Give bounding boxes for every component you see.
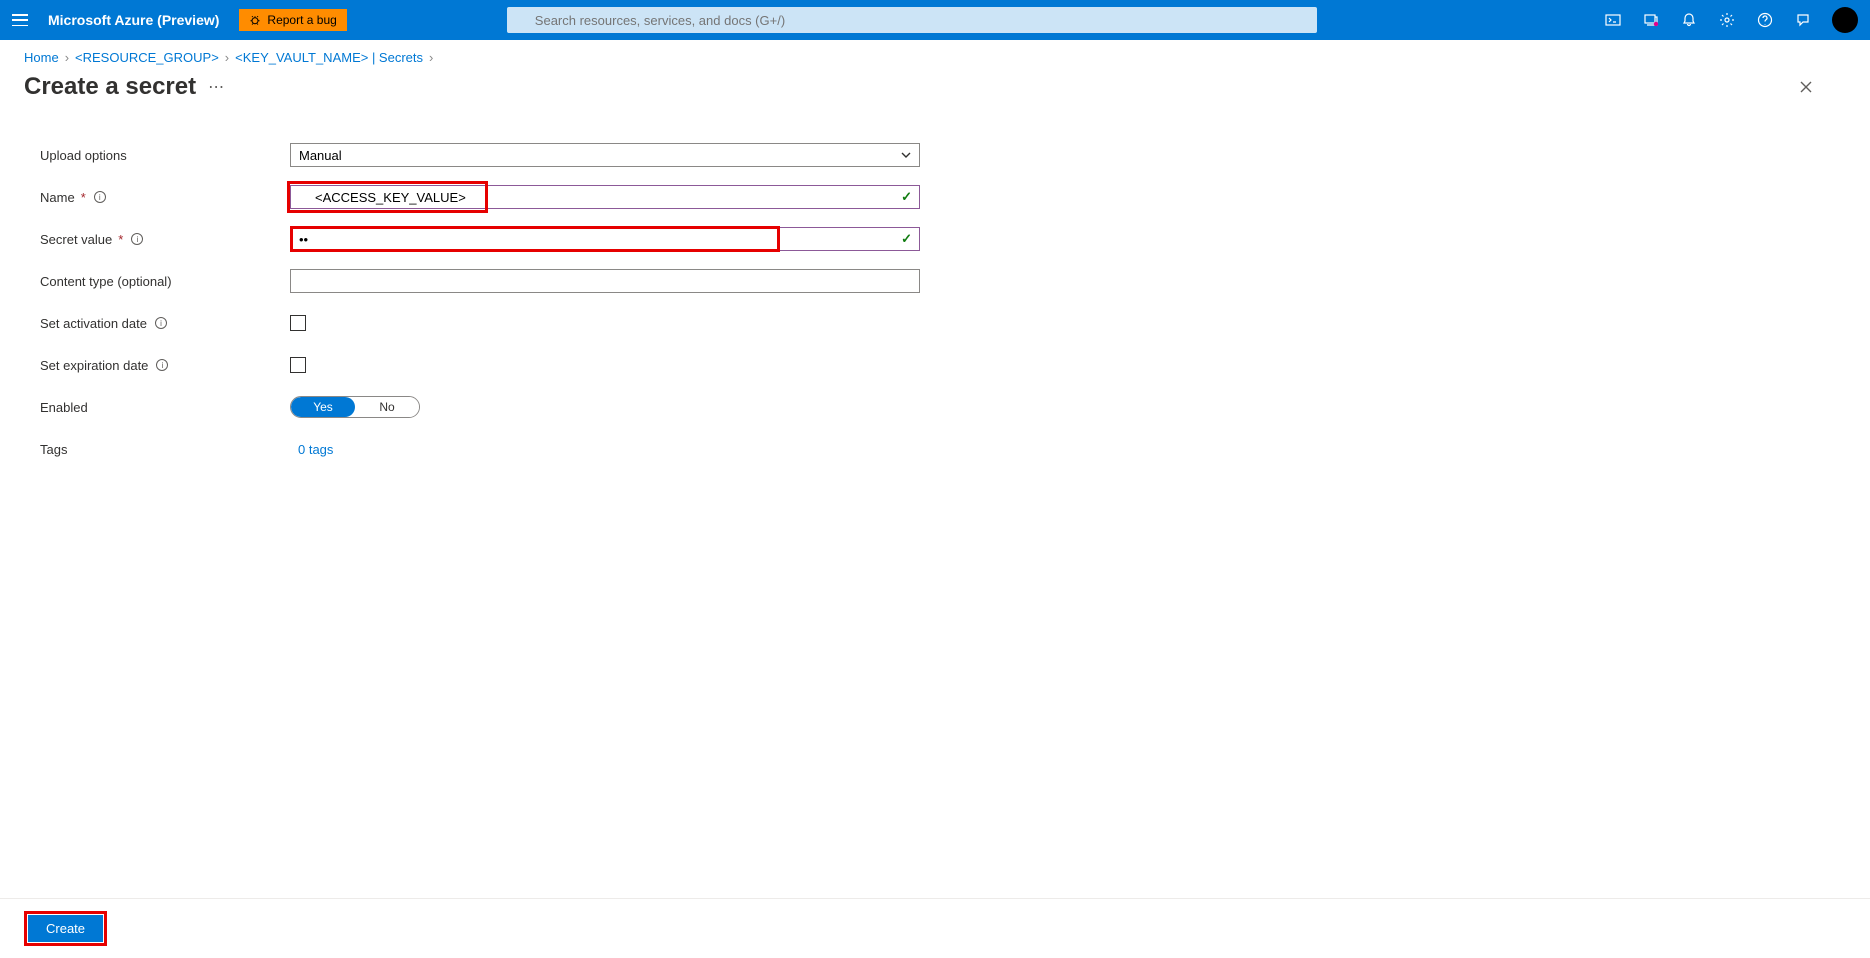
directories-icon[interactable] xyxy=(1632,0,1670,40)
upload-options-row: Upload options xyxy=(40,139,920,171)
notifications-icon[interactable] xyxy=(1670,0,1708,40)
feedback-icon[interactable] xyxy=(1784,0,1822,40)
report-bug-label: Report a bug xyxy=(267,13,336,27)
name-row: Name* i ✓ xyxy=(40,181,920,213)
hamburger-menu[interactable] xyxy=(0,0,40,40)
required-indicator: * xyxy=(118,232,123,247)
secret-value-label: Secret value* i xyxy=(40,232,290,247)
top-header: Microsoft Azure (Preview) Report a bug xyxy=(0,0,1870,40)
info-icon[interactable]: i xyxy=(155,317,167,329)
brand-label[interactable]: Microsoft Azure (Preview) xyxy=(48,12,219,28)
info-icon[interactable]: i xyxy=(156,359,168,371)
chevron-right-icon: › xyxy=(429,50,433,65)
content-type-row: Content type (optional) xyxy=(40,265,920,297)
report-bug-button[interactable]: Report a bug xyxy=(239,9,346,31)
tags-row: Tags 0 tags xyxy=(40,433,920,465)
secret-value-input[interactable] xyxy=(290,227,920,251)
name-input[interactable] xyxy=(290,185,920,209)
tags-link[interactable]: 0 tags xyxy=(290,442,333,457)
create-secret-form: Upload options Name* i ✓ Secret value* i… xyxy=(0,115,960,499)
tags-label: Tags xyxy=(40,442,290,457)
create-button[interactable]: Create xyxy=(28,915,103,942)
enabled-label: Enabled xyxy=(40,400,290,415)
footer-bar: Create xyxy=(0,898,1870,958)
check-icon: ✓ xyxy=(901,189,912,205)
activation-date-label: Set activation date i xyxy=(40,316,290,331)
required-indicator: * xyxy=(81,190,86,205)
chevron-right-icon: › xyxy=(65,50,69,65)
user-avatar[interactable] xyxy=(1832,7,1858,33)
activation-date-row: Set activation date i xyxy=(40,307,920,339)
check-icon: ✓ xyxy=(901,231,912,247)
name-label: Name* i xyxy=(40,190,290,205)
enabled-toggle[interactable]: Yes No xyxy=(290,396,420,418)
upload-options-label: Upload options xyxy=(40,148,290,163)
hamburger-icon xyxy=(12,14,28,26)
chevron-right-icon: › xyxy=(225,50,229,65)
breadcrumb-resource-group[interactable]: <RESOURCE_GROUP> xyxy=(75,50,219,65)
content-type-input[interactable] xyxy=(290,269,920,293)
enabled-no-option[interactable]: No xyxy=(355,397,419,417)
more-actions-button[interactable]: ⋯ xyxy=(208,77,226,97)
breadcrumb: Home › <RESOURCE_GROUP> › <KEY_VAULT_NAM… xyxy=(0,40,1870,69)
info-icon[interactable]: i xyxy=(94,191,106,203)
expiration-date-label: Set expiration date i xyxy=(40,358,290,373)
bug-icon xyxy=(249,14,261,26)
content-type-label: Content type (optional) xyxy=(40,274,290,289)
search-container xyxy=(507,7,1317,33)
secret-value-row: Secret value* i ✓ xyxy=(40,223,920,255)
settings-icon[interactable] xyxy=(1708,0,1746,40)
breadcrumb-keyvault-secrets[interactable]: <KEY_VAULT_NAME> | Secrets xyxy=(235,50,423,65)
close-button[interactable] xyxy=(1790,71,1822,103)
activation-date-checkbox[interactable] xyxy=(290,315,306,331)
upload-options-select[interactable] xyxy=(290,143,920,167)
expiration-date-row: Set expiration date i xyxy=(40,349,920,381)
enabled-yes-option[interactable]: Yes xyxy=(291,397,355,417)
page-title: Create a secret xyxy=(24,73,196,101)
search-input[interactable] xyxy=(507,7,1317,33)
cloud-shell-icon[interactable] xyxy=(1594,0,1632,40)
info-icon[interactable]: i xyxy=(131,233,143,245)
help-icon[interactable] xyxy=(1746,0,1784,40)
enabled-row: Enabled Yes No xyxy=(40,391,920,423)
chevron-down-icon xyxy=(900,149,912,161)
breadcrumb-home[interactable]: Home xyxy=(24,50,59,65)
expiration-date-checkbox[interactable] xyxy=(290,357,306,373)
create-highlight-box: Create xyxy=(24,911,107,946)
title-row: Create a secret ⋯ xyxy=(0,69,1870,115)
header-icons xyxy=(1594,0,1870,40)
